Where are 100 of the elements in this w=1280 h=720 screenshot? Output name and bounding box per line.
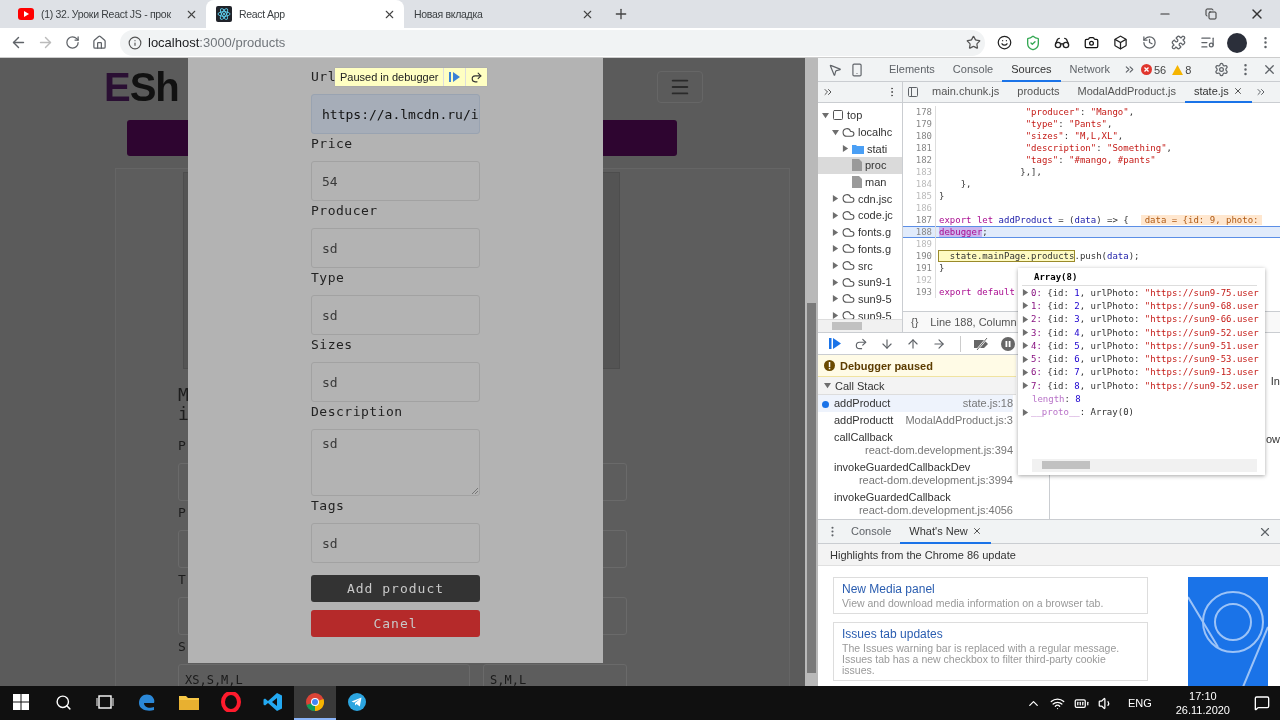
device-icon[interactable] [850, 62, 864, 77]
resume-icon[interactable] [829, 338, 841, 349]
frame-name[interactable]: callCallback [834, 431, 893, 444]
input-field[interactable]: sd [311, 362, 480, 402]
settings-icon[interactable] [1213, 62, 1229, 77]
triangle-icon[interactable] [824, 382, 831, 389]
news-title[interactable]: New Media panel [842, 582, 1139, 596]
reload-icon[interactable] [64, 35, 80, 50]
task-view-icon[interactable] [96, 695, 114, 709]
tree-item[interactable]: sun9-1 [818, 273, 902, 291]
menu-button[interactable] [657, 71, 703, 103]
triangle-icon[interactable] [832, 295, 839, 303]
frame-name[interactable]: invokeGuardedCallbackDev [834, 461, 971, 474]
restore-icon[interactable] [1205, 8, 1217, 20]
file-tab[interactable]: main.chunk.js [923, 81, 1009, 103]
scrollbar[interactable] [1032, 458, 1257, 472]
triangle-icon[interactable] [832, 128, 839, 136]
tree-item[interactable]: proc [818, 157, 902, 174]
opera-icon[interactable] [221, 692, 241, 712]
cube-icon[interactable] [1112, 35, 1128, 50]
camera-icon[interactable] [1083, 35, 1099, 50]
vscode-icon[interactable] [263, 692, 283, 712]
tree-item[interactable]: sun9-5 [818, 307, 902, 319]
news-card[interactable]: Issues tab updates The Issues warning bar is replaced with a regular message. Issues tab has a new checkbox to filter third-party cookie issues. [833, 622, 1148, 681]
wifi-icon[interactable] [1050, 695, 1066, 711]
triangle-icon[interactable] [832, 228, 839, 236]
step-over-icon[interactable] [470, 70, 484, 84]
new-tab-icon[interactable] [613, 6, 629, 22]
playlist-icon[interactable] [1199, 35, 1215, 50]
input-field[interactable]: 54 [311, 161, 480, 201]
panel-tab[interactable]: Console [943, 57, 1003, 82]
file-tab[interactable]: products [1008, 81, 1069, 103]
shield-icon[interactable] [1025, 34, 1041, 51]
search-icon[interactable] [54, 693, 72, 711]
more-tabs-icon[interactable] [1254, 86, 1267, 98]
frame-location[interactable]: react-dom.development.js:3994 [858, 474, 1013, 487]
close-icon[interactable] [971, 525, 982, 536]
frame-location[interactable]: react-dom.development.js:4056 [858, 504, 1013, 517]
frame-name[interactable]: invokeGuardedCallback [834, 491, 951, 504]
frame-location[interactable]: react-dom.development.js:394 [865, 444, 1013, 457]
browser-tab[interactable]: React App [206, 0, 404, 28]
tree-item[interactable]: man [818, 173, 902, 191]
info-icon[interactable] [128, 35, 142, 50]
clock-time[interactable]: 17:10 [1189, 689, 1217, 703]
panel-tab[interactable]: Network [1060, 57, 1119, 82]
tree-item[interactable]: fonts.g [818, 240, 902, 258]
star-icon[interactable] [966, 35, 981, 50]
tree-item[interactable]: sun9-5 [818, 290, 902, 308]
input-field[interactable]: https://a.lmcdn.ru/i [311, 94, 480, 134]
browser-tab[interactable]: (1) 32. Уроки React JS - прок [8, 0, 206, 28]
step-over-icon[interactable] [854, 336, 868, 351]
frame-name[interactable]: addProduct [834, 397, 891, 410]
file-tab[interactable]: ModalAddProduct.js [1068, 81, 1185, 103]
chrome-icon[interactable] [305, 692, 325, 712]
news-title[interactable]: Issues tab updates [842, 627, 1139, 641]
notifications-icon[interactable] [1254, 695, 1270, 711]
step-out-icon[interactable] [906, 336, 920, 351]
resize-grip-icon[interactable] [472, 488, 478, 494]
home-icon[interactable] [91, 35, 107, 50]
tree-item[interactable]: fonts.g [818, 223, 902, 241]
drawer-tab[interactable]: Console [842, 519, 901, 544]
clock-date[interactable]: 26.11.2020 [1175, 703, 1230, 717]
windows-icon[interactable] [13, 694, 29, 710]
input-field[interactable]: sd [311, 228, 480, 268]
step-icon[interactable] [932, 336, 946, 351]
face-icon[interactable] [996, 35, 1012, 50]
scrollbar[interactable] [805, 58, 818, 686]
address-bar[interactable]: localhost:3000/products [120, 29, 985, 56]
triangle-icon[interactable] [1022, 408, 1029, 416]
triangle-icon[interactable] [832, 312, 839, 319]
folder-icon[interactable] [179, 694, 199, 710]
news-card[interactable]: New Media panel View and download media information on a browser tab. [833, 577, 1148, 614]
browser-tab[interactable]: Новая вкладка [404, 0, 602, 28]
tree-item[interactable]: src [818, 257, 902, 274]
triangle-icon[interactable] [842, 145, 849, 153]
resume-icon[interactable] [449, 72, 461, 82]
tree-item[interactable]: stati [818, 140, 902, 158]
section-header[interactable]: Call Stack [818, 377, 1016, 395]
triangle-icon[interactable] [822, 111, 829, 119]
scrollbar[interactable] [818, 319, 902, 332]
cancel-button[interactable]: Canel [311, 610, 480, 637]
frame-location[interactable]: ModalAddProduct.js:3 [905, 414, 1013, 427]
step-into-icon[interactable] [880, 336, 894, 351]
inspect-icon[interactable] [828, 62, 842, 77]
file-tab[interactable]: state.js [1184, 81, 1252, 103]
close-icon[interactable] [1232, 86, 1243, 96]
sidebar-toggle-icon[interactable] [907, 86, 919, 98]
input-field[interactable]: sd [311, 295, 480, 335]
tree-item[interactable]: localhc [818, 123, 902, 141]
add-product-button[interactable]: Add product [311, 575, 480, 602]
text-area[interactable]: sd [311, 429, 480, 496]
tree-item[interactable]: code.jc [818, 207, 902, 224]
frame-location[interactable]: state.js:18 [962, 397, 1013, 410]
input-field[interactable]: sd [311, 523, 480, 563]
edge-icon[interactable] [137, 692, 157, 712]
deactivate-breakpoints-icon[interactable] [974, 337, 990, 350]
puzzle-icon[interactable] [1170, 35, 1186, 50]
avatar-icon[interactable] [1227, 32, 1247, 53]
frame-name[interactable]: addProductt [834, 414, 894, 427]
panel-tab[interactable]: Elements [880, 57, 944, 82]
